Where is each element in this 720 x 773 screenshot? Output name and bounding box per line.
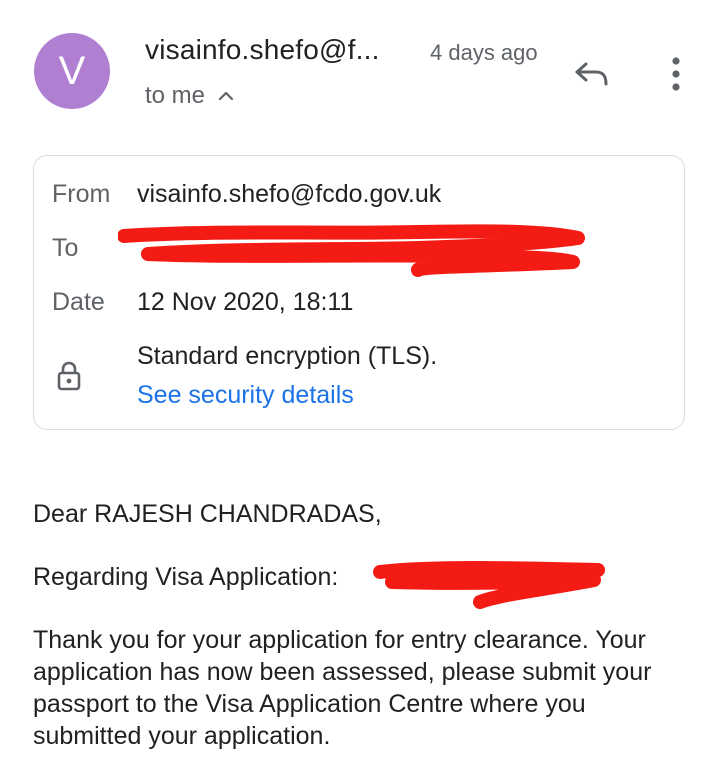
to-label: To (52, 234, 79, 262)
sender-name[interactable]: visainfo.shefo@f... (145, 34, 380, 66)
chevron-up-icon (218, 91, 234, 101)
redaction-mark (373, 561, 605, 609)
more-options-button[interactable] (656, 50, 696, 98)
from-label: From (52, 180, 111, 208)
date-value: 12 Nov 2020, 18:11 (137, 288, 354, 316)
avatar[interactable]: V (34, 33, 110, 109)
greeting: Dear RAJESH CHANDRADAS, (33, 500, 382, 528)
security-details-link[interactable]: See security details (137, 381, 354, 410)
lock-icon (57, 361, 81, 391)
timestamp: 4 days ago (430, 40, 538, 65)
email-view: V visainfo.shefo@f... 4 days ago to me F… (0, 0, 720, 773)
reply-button[interactable] (566, 52, 618, 96)
date-label: Date (52, 288, 105, 316)
to-me-label: to me (145, 82, 206, 109)
more-vert-icon (672, 57, 680, 91)
message-body: Thank you for your application for entry… (33, 626, 652, 750)
recipient-toggle[interactable]: to me (145, 82, 235, 110)
regarding-line: Regarding Visa Application: (33, 563, 339, 591)
from-address[interactable]: visainfo.shefo@fcdo.gov.uk (137, 180, 441, 209)
encryption-status: Standard encryption (TLS). (137, 342, 438, 370)
reply-icon (575, 62, 608, 86)
